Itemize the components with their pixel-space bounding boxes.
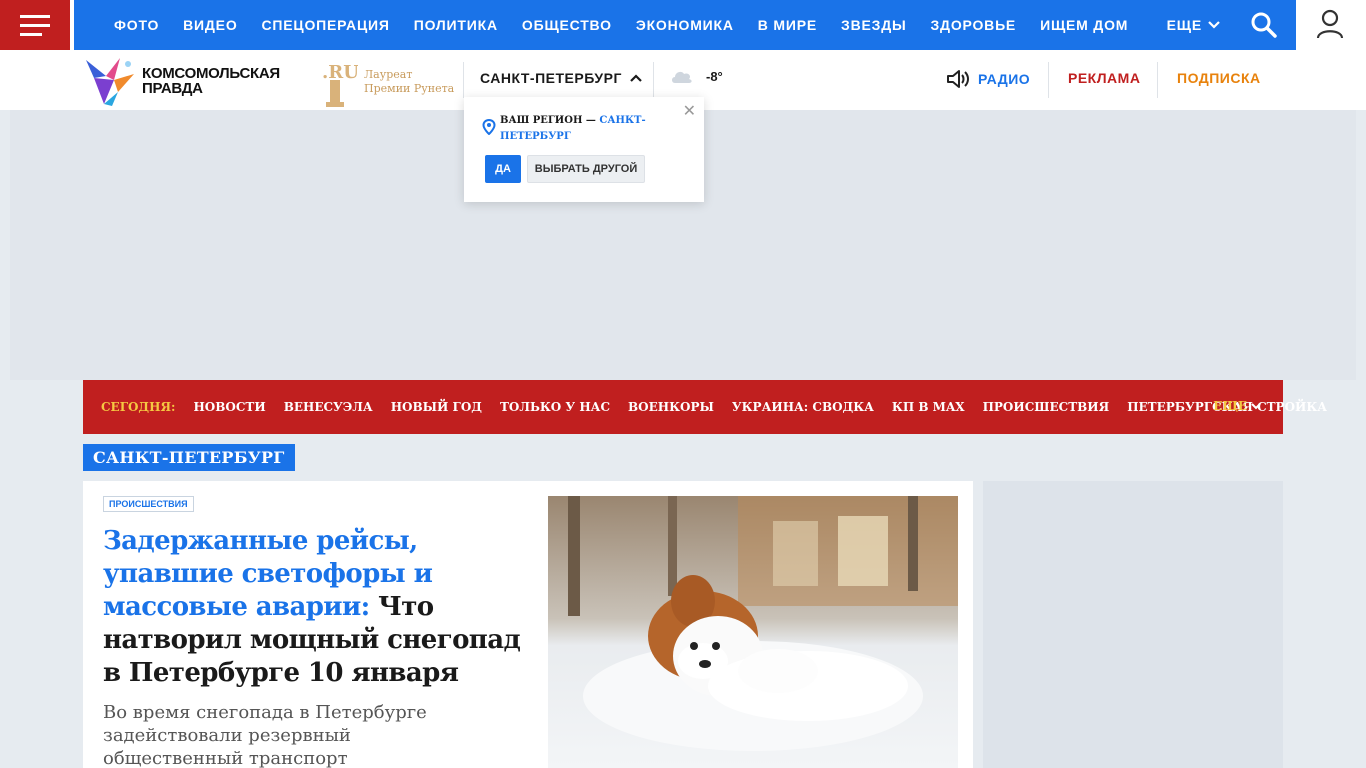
bird-logo-icon (86, 58, 134, 106)
region-question: ВАШ РЕГИОН — САНКТ-ПЕТЕРБУРГ (500, 113, 670, 145)
hot-topics-bar: СЕГОДНЯ: НОВОСТИ ВЕНЕСУЭЛА НОВЫЙ ГОД ТОЛ… (83, 380, 1327, 434)
search-icon[interactable] (1250, 11, 1278, 39)
menu-icon-line (20, 23, 50, 27)
logo-line-2: ПРАВДА (142, 80, 203, 97)
sidebar-ad-slot (983, 481, 1283, 768)
chevron-down-icon (1208, 21, 1220, 29)
city-label: САНКТ-ПЕТЕРБУРГ (480, 70, 622, 86)
nav-item-find-home[interactable]: ИЩЕМ ДОМ (1040, 17, 1128, 33)
svg-text:.RU: .RU (322, 62, 358, 83)
menu-button[interactable] (0, 0, 70, 50)
site-logo[interactable]: КОМСОМОЛЬСКАЯ ПРАВДА (84, 57, 304, 106)
nav-item-health[interactable]: ЗДОРОВЬЕ (930, 17, 1016, 33)
divider (653, 62, 654, 98)
hot-topics-more-label: ЕЩЕ (1213, 399, 1247, 413)
hot-topics-more-button[interactable]: ЕЩЕ (1213, 399, 1261, 413)
article-photo[interactable] (548, 496, 958, 768)
award-statuette-icon: .RU (322, 62, 358, 107)
confirm-region-button[interactable]: ДА (485, 155, 521, 183)
nav-item-society[interactable]: ОБЩЕСТВО (522, 17, 612, 33)
region-prefix: ВАШ РЕГИОН — (500, 115, 596, 126)
hot-topic-venezuela[interactable]: ВЕНЕСУЭЛА (284, 400, 373, 414)
cloud-icon (672, 71, 692, 83)
weather-widget[interactable]: -8° (670, 68, 723, 84)
radio-label: РАДИО (978, 71, 1031, 87)
speaker-icon (947, 70, 969, 88)
choose-other-region-button[interactable]: ВЫБРАТЬ ДРУГОЙ (527, 155, 645, 183)
location-pin-icon (482, 119, 496, 135)
nav-more-button[interactable]: ЕЩЕ (1167, 17, 1220, 33)
award-line-2: Премии Рунета (364, 82, 455, 95)
subscribe-link[interactable]: ПОДПИСКА (1177, 70, 1261, 86)
temperature: -8° (706, 68, 723, 84)
runet-award[interactable]: .RU Лауреат Премии Рунета (318, 56, 458, 108)
hot-topic-new-year[interactable]: НОВЫЙ ГОД (391, 400, 482, 414)
nav-item-video[interactable]: ВИДЕО (183, 17, 237, 33)
divider (1048, 62, 1049, 98)
ads-link[interactable]: РЕКЛАМА (1068, 70, 1140, 86)
nav-item-special-operation[interactable]: СПЕЦОПЕРАЦИЯ (262, 17, 390, 33)
nav-item-stars[interactable]: ЗВЕЗДЫ (841, 17, 906, 33)
city-selector[interactable]: САНКТ-ПЕТЕРБУРГ (480, 70, 642, 86)
award-text: Лауреат Премии Рунета (364, 68, 454, 96)
main-nav: ФОТО ВИДЕО СПЕЦОПЕРАЦИЯ ПОЛИТИКА ОБЩЕСТВ… (74, 0, 1296, 50)
nav-item-photo[interactable]: ФОТО (114, 17, 159, 33)
divider (463, 62, 464, 98)
section-title[interactable]: САНКТ-ПЕТЕРБУРГ (83, 444, 295, 471)
top-navigation: ФОТО ВИДЕО СПЕЦОПЕРАЦИЯ ПОЛИТИКА ОБЩЕСТВ… (0, 0, 1366, 50)
article-lead: Во время снегопада в Петербурге задейств… (103, 702, 427, 768)
menu-icon-line (20, 32, 42, 36)
hot-topic-news[interactable]: НОВОСТИ (193, 400, 265, 414)
chevron-down-icon (1251, 402, 1261, 409)
article-headline[interactable]: Задержанные рейсы, упавшие светофоры и м… (103, 525, 528, 690)
lead-article-card[interactable]: ПРОИСШЕСТВИЯ Задержанные рейсы, упавшие … (83, 481, 973, 768)
nav-more-label: ЕЩЕ (1166, 17, 1202, 33)
divider (1157, 62, 1158, 98)
article-rubric-tag[interactable]: ПРОИСШЕСТВИЯ (103, 496, 194, 512)
menu-icon-line (20, 14, 50, 18)
hot-topic-exclusive[interactable]: ТОЛЬКО У НАС (500, 400, 610, 414)
nav-item-politics[interactable]: ПОЛИТИКА (414, 17, 498, 33)
region-confirm-popup: ✕ ВАШ РЕГИОН — САНКТ-ПЕТЕРБУРГ ДА ВЫБРАТ… (464, 97, 704, 202)
chevron-up-icon (630, 74, 642, 82)
nav-item-economy[interactable]: ЭКОНОМИКА (636, 17, 734, 33)
close-icon[interactable]: ✕ (683, 101, 696, 121)
radio-link[interactable]: РАДИО (946, 69, 1030, 89)
snow-dog-photo (548, 496, 958, 768)
user-icon[interactable] (1312, 8, 1348, 40)
hot-topic-ukraine-summary[interactable]: УКРАИНА: СВОДКА (732, 400, 874, 414)
hot-topic-incidents[interactable]: ПРОИСШЕСТВИЯ (983, 400, 1110, 414)
award-line-1: Лауреат (364, 68, 413, 81)
hot-topic-kp-in-max[interactable]: КП В MAX (892, 400, 965, 414)
logo-line-1: КОМСОМОЛЬСКАЯ (142, 65, 280, 82)
main-nav-items: ФОТО ВИДЕО СПЕЦОПЕРАЦИЯ ПОЛИТИКА ОБЩЕСТВ… (74, 17, 1167, 33)
today-label: СЕГОДНЯ: (101, 400, 176, 414)
nav-item-world[interactable]: В МИРЕ (758, 17, 817, 33)
logo-wordmark: КОМСОМОЛЬСКАЯ ПРАВДА (142, 66, 280, 96)
hot-topic-war-correspondents[interactable]: ВОЕНКОРЫ (628, 400, 714, 414)
